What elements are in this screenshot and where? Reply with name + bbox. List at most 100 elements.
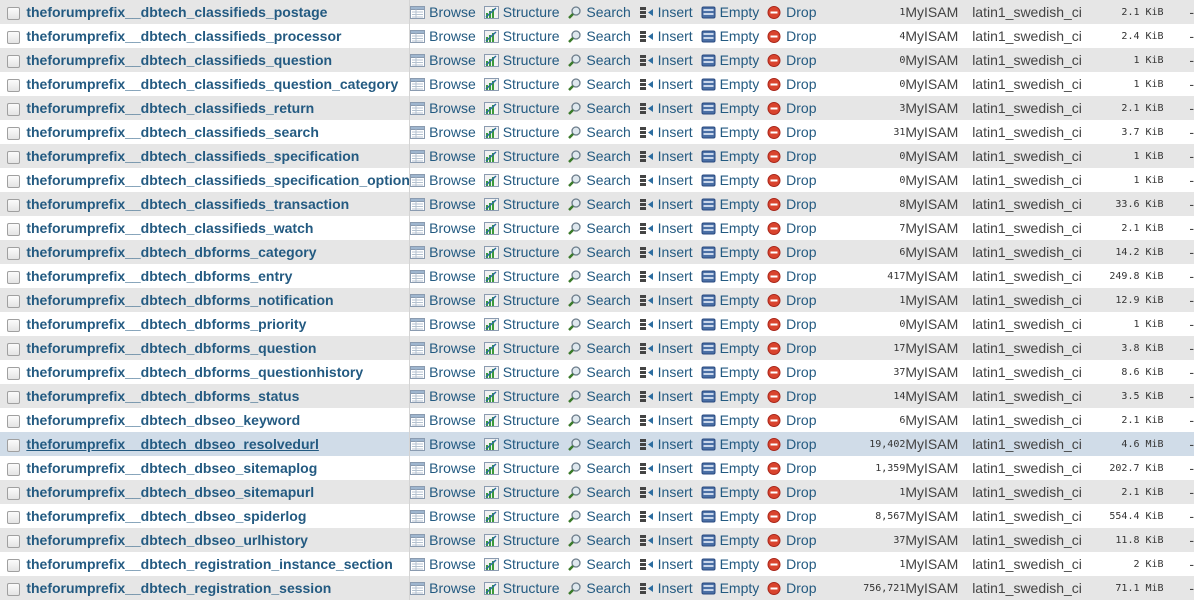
search-action[interactable]: Search <box>567 172 631 188</box>
empty-action[interactable]: Empty <box>701 484 759 500</box>
search-action[interactable]: Search <box>567 28 631 44</box>
structure-action[interactable]: Structure <box>483 292 560 308</box>
table-name-link[interactable]: theforumprefix__dbtech_dbseo_sitemaplog <box>26 460 317 476</box>
structure-action[interactable]: Structure <box>483 388 560 404</box>
empty-action[interactable]: Empty <box>701 556 759 572</box>
row-checkbox[interactable] <box>6 390 20 404</box>
structure-action[interactable]: Structure <box>483 556 560 572</box>
empty-action[interactable]: Empty <box>701 100 759 116</box>
insert-action[interactable]: Insert <box>639 148 693 164</box>
drop-action[interactable]: Drop <box>767 460 817 476</box>
search-action[interactable]: Search <box>567 52 631 68</box>
row-checkbox[interactable] <box>6 510 20 524</box>
drop-action[interactable]: Drop <box>767 364 817 380</box>
row-checkbox[interactable] <box>6 366 20 380</box>
browse-action[interactable]: Browse <box>410 124 476 140</box>
empty-action[interactable]: Empty <box>701 532 759 548</box>
empty-action[interactable]: Empty <box>701 412 759 428</box>
browse-action[interactable]: Browse <box>410 292 476 308</box>
row-checkbox[interactable] <box>6 150 20 164</box>
search-action[interactable]: Search <box>567 460 631 476</box>
structure-action[interactable]: Structure <box>483 316 560 332</box>
insert-action[interactable]: Insert <box>639 124 693 140</box>
browse-action[interactable]: Browse <box>410 412 476 428</box>
row-checkbox[interactable] <box>6 438 20 452</box>
row-checkbox[interactable] <box>6 222 20 236</box>
browse-action[interactable]: Browse <box>410 28 476 44</box>
search-action[interactable]: Search <box>567 556 631 572</box>
browse-action[interactable]: Browse <box>410 340 476 356</box>
structure-action[interactable]: Structure <box>483 172 560 188</box>
search-action[interactable]: Search <box>567 148 631 164</box>
table-name-link[interactable]: theforumprefix__dbtech_classifieds_searc… <box>26 124 319 140</box>
empty-action[interactable]: Empty <box>701 172 759 188</box>
empty-action[interactable]: Empty <box>701 52 759 68</box>
search-action[interactable]: Search <box>567 268 631 284</box>
structure-action[interactable]: Structure <box>483 532 560 548</box>
insert-action[interactable]: Insert <box>639 268 693 284</box>
insert-action[interactable]: Insert <box>639 580 693 596</box>
structure-action[interactable]: Structure <box>483 340 560 356</box>
row-checkbox[interactable] <box>6 414 20 428</box>
structure-action[interactable]: Structure <box>483 580 560 596</box>
table-name-link[interactable]: theforumprefix__dbtech_dbforms_status <box>26 388 299 404</box>
search-action[interactable]: Search <box>567 412 631 428</box>
browse-action[interactable]: Browse <box>410 316 476 332</box>
row-checkbox[interactable] <box>6 198 20 212</box>
drop-action[interactable]: Drop <box>767 388 817 404</box>
empty-action[interactable]: Empty <box>701 76 759 92</box>
structure-action[interactable]: Structure <box>483 28 560 44</box>
row-checkbox[interactable] <box>6 6 20 20</box>
empty-action[interactable]: Empty <box>701 364 759 380</box>
table-name-link[interactable]: theforumprefix__dbtech_dbseo_keyword <box>26 412 300 428</box>
empty-action[interactable]: Empty <box>701 292 759 308</box>
search-action[interactable]: Search <box>567 436 631 452</box>
browse-action[interactable]: Browse <box>410 172 476 188</box>
browse-action[interactable]: Browse <box>410 508 476 524</box>
structure-action[interactable]: Structure <box>483 412 560 428</box>
structure-action[interactable]: Structure <box>483 148 560 164</box>
search-action[interactable]: Search <box>567 316 631 332</box>
table-name-link[interactable]: theforumprefix__dbtech_classifieds_quest… <box>26 52 332 68</box>
browse-action[interactable]: Browse <box>410 76 476 92</box>
browse-action[interactable]: Browse <box>410 532 476 548</box>
insert-action[interactable]: Insert <box>639 76 693 92</box>
drop-action[interactable]: Drop <box>767 148 817 164</box>
drop-action[interactable]: Drop <box>767 292 817 308</box>
row-checkbox[interactable] <box>6 102 20 116</box>
insert-action[interactable]: Insert <box>639 340 693 356</box>
table-name-link[interactable]: theforumprefix__dbtech_classifieds_quest… <box>26 76 398 92</box>
search-action[interactable]: Search <box>567 4 631 20</box>
search-action[interactable]: Search <box>567 364 631 380</box>
empty-action[interactable]: Empty <box>701 4 759 20</box>
drop-action[interactable]: Drop <box>767 436 817 452</box>
search-action[interactable]: Search <box>567 196 631 212</box>
drop-action[interactable]: Drop <box>767 580 817 596</box>
insert-action[interactable]: Insert <box>639 556 693 572</box>
empty-action[interactable]: Empty <box>701 196 759 212</box>
insert-action[interactable]: Insert <box>639 316 693 332</box>
row-checkbox[interactable] <box>6 246 20 260</box>
drop-action[interactable]: Drop <box>767 124 817 140</box>
search-action[interactable]: Search <box>567 484 631 500</box>
browse-action[interactable]: Browse <box>410 196 476 212</box>
drop-action[interactable]: Drop <box>767 76 817 92</box>
empty-action[interactable]: Empty <box>701 244 759 260</box>
row-checkbox[interactable] <box>6 270 20 284</box>
insert-action[interactable]: Insert <box>639 364 693 380</box>
structure-action[interactable]: Structure <box>483 124 560 140</box>
drop-action[interactable]: Drop <box>767 172 817 188</box>
table-name-link[interactable]: theforumprefix__dbtech_classifieds_watch <box>26 220 313 236</box>
insert-action[interactable]: Insert <box>639 292 693 308</box>
insert-action[interactable]: Insert <box>639 172 693 188</box>
drop-action[interactable]: Drop <box>767 532 817 548</box>
drop-action[interactable]: Drop <box>767 28 817 44</box>
table-name-link[interactable]: theforumprefix__dbtech_dbforms_priority <box>26 316 306 332</box>
table-name-link[interactable]: theforumprefix__dbtech_classifieds_speci… <box>26 148 359 164</box>
insert-action[interactable]: Insert <box>639 388 693 404</box>
structure-action[interactable]: Structure <box>483 196 560 212</box>
structure-action[interactable]: Structure <box>483 364 560 380</box>
row-checkbox[interactable] <box>6 126 20 140</box>
empty-action[interactable]: Empty <box>701 220 759 236</box>
browse-action[interactable]: Browse <box>410 52 476 68</box>
